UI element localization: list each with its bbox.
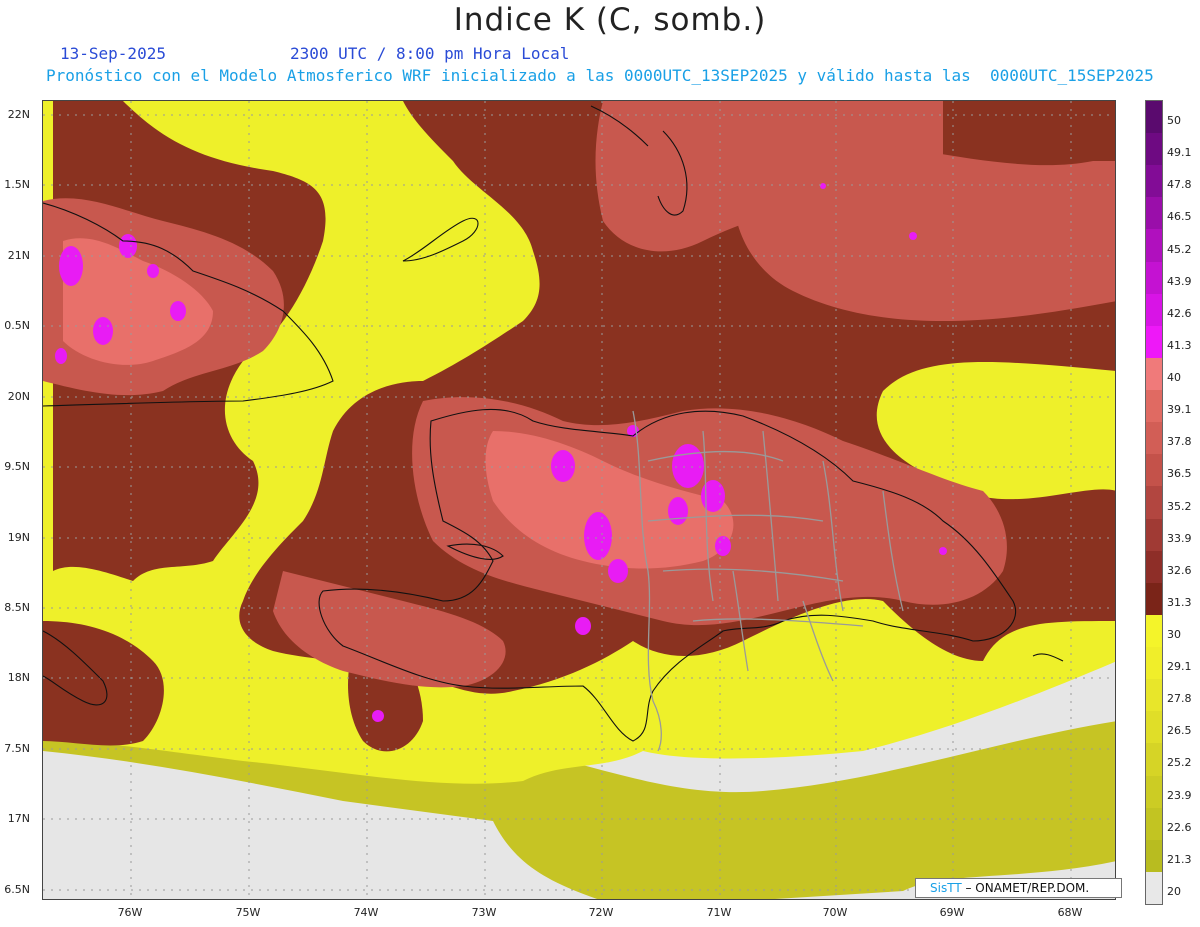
colorbar-label: 43.9 bbox=[1167, 274, 1192, 288]
lat-label: 7.5N bbox=[4, 742, 30, 755]
lat-label: 18N bbox=[7, 671, 30, 684]
colorbar-cell bbox=[1146, 197, 1162, 230]
colorbar-cell bbox=[1146, 807, 1162, 841]
colorbar-cell bbox=[1146, 614, 1162, 648]
lat-label: 6.5N bbox=[4, 883, 30, 896]
colorbar-label: 40 bbox=[1167, 371, 1181, 385]
colorbar-cell bbox=[1146, 454, 1162, 487]
colorbar bbox=[1145, 100, 1163, 905]
lat-label: 9.5N bbox=[4, 460, 30, 473]
k-index-map bbox=[43, 101, 1115, 899]
colorbar-cell bbox=[1146, 390, 1162, 423]
lat-label: 21N bbox=[7, 249, 30, 262]
colorbar-label: 33.9 bbox=[1167, 531, 1192, 545]
lon-label: 69W bbox=[939, 906, 965, 919]
map-title: Indice K (C, somb.) bbox=[453, 2, 767, 38]
forecast-time: 2300 UTC / 8:00 pm Hora Local bbox=[290, 44, 570, 63]
colorbar-label: 31.3 bbox=[1167, 595, 1192, 609]
colorbar-label: 47.8 bbox=[1167, 178, 1192, 192]
map-panel bbox=[42, 100, 1116, 900]
colorbar-label: 25.2 bbox=[1167, 756, 1192, 770]
colorbar-cell bbox=[1146, 711, 1162, 744]
lon-label: 74W bbox=[353, 906, 379, 919]
lat-label: 19N bbox=[7, 531, 30, 544]
colorbar-cell bbox=[1146, 229, 1162, 263]
colorbar-label: 35.2 bbox=[1167, 499, 1192, 513]
colorbar-cell bbox=[1146, 743, 1162, 776]
lat-label: 1.5N bbox=[4, 178, 30, 191]
colorbar-cell bbox=[1146, 486, 1162, 520]
colorbar-cell bbox=[1146, 325, 1162, 359]
colorbar-cell bbox=[1146, 133, 1162, 166]
lat-label: 8.5N bbox=[4, 601, 30, 614]
colorbar-label: 46.5 bbox=[1167, 210, 1192, 224]
lat-label: 22N bbox=[7, 108, 30, 121]
colorbar-label: 30 bbox=[1167, 627, 1181, 641]
colorbar-label: 50 bbox=[1167, 114, 1181, 128]
colorbar-label: 26.5 bbox=[1167, 724, 1192, 738]
lon-label: 72W bbox=[588, 906, 614, 919]
colorbar-cell bbox=[1146, 422, 1162, 455]
colorbar-cell bbox=[1146, 839, 1162, 873]
colorbar-label: 22.6 bbox=[1167, 820, 1192, 834]
colorbar-cell bbox=[1146, 101, 1162, 134]
colorbar-cell bbox=[1146, 647, 1162, 680]
colorbar-label: 42.6 bbox=[1167, 306, 1192, 320]
colorbar-cell bbox=[1146, 165, 1162, 198]
colorbar-cell bbox=[1146, 679, 1162, 712]
lon-label: 71W bbox=[706, 906, 732, 919]
forecast-date: 13-Sep-2025 bbox=[60, 44, 166, 63]
colorbar-cell bbox=[1146, 871, 1162, 905]
credit-text: – ONAMET/REP.DOM. bbox=[961, 881, 1090, 895]
credit-box: SisTT – ONAMET/REP.DOM. bbox=[915, 878, 1122, 898]
lon-label: 75W bbox=[235, 906, 261, 919]
lon-label: 73W bbox=[471, 906, 497, 919]
colorbar-label: 41.3 bbox=[1167, 338, 1192, 352]
lon-label: 76W bbox=[117, 906, 143, 919]
colorbar-cell bbox=[1146, 518, 1162, 552]
colorbar-label: 37.8 bbox=[1167, 435, 1192, 449]
colorbar-label: 39.1 bbox=[1167, 403, 1192, 417]
colorbar-label: 21.3 bbox=[1167, 852, 1192, 866]
colorbar-cell bbox=[1146, 261, 1162, 295]
lon-label: 70W bbox=[822, 906, 848, 919]
lat-label: 0.5N bbox=[4, 319, 30, 332]
lon-label: 68W bbox=[1057, 906, 1083, 919]
colorbar-cell bbox=[1146, 550, 1162, 584]
model-description: Pronóstico con el Modelo Atmosferico WRF… bbox=[46, 66, 1154, 85]
colorbar-label: 20 bbox=[1167, 884, 1181, 898]
colorbar-label: 36.5 bbox=[1167, 467, 1192, 481]
colorbar-label: 27.8 bbox=[1167, 692, 1192, 706]
colorbar-cell bbox=[1146, 293, 1162, 327]
colorbar-label: 45.2 bbox=[1167, 242, 1192, 256]
colorbar-label: 49.1 bbox=[1167, 146, 1192, 160]
colorbar-label: 23.9 bbox=[1167, 788, 1192, 802]
colorbar-label: 32.6 bbox=[1167, 563, 1192, 577]
colorbar-cell bbox=[1146, 357, 1162, 391]
colorbar-cell bbox=[1146, 582, 1162, 616]
colorbar-label: 29.1 bbox=[1167, 660, 1192, 674]
lat-label: 17N bbox=[7, 812, 30, 825]
lat-label: 20N bbox=[7, 390, 30, 403]
brand-logo: SisTT bbox=[930, 881, 962, 895]
colorbar-cell bbox=[1146, 775, 1162, 809]
